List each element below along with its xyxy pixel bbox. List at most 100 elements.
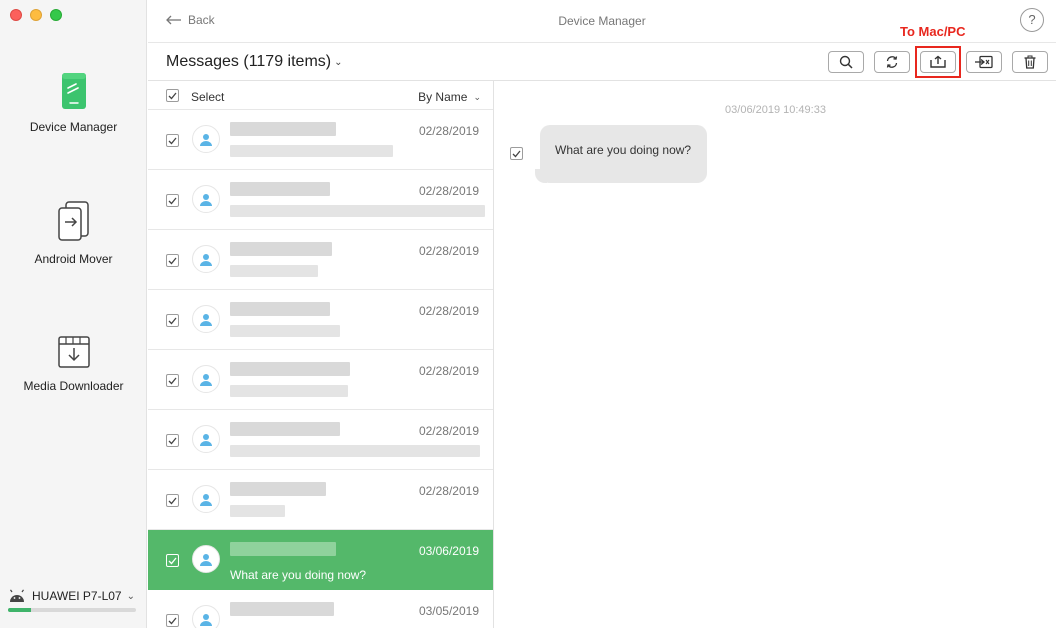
sidebar-item-label: Android Mover: [34, 252, 113, 266]
select-all-checkbox[interactable]: [166, 89, 179, 102]
device-manager-icon: [61, 73, 86, 109]
contact-name-redacted: [230, 602, 334, 616]
checkmark-icon: [168, 317, 177, 324]
avatar: [192, 185, 220, 213]
maximize-window-button[interactable]: [50, 9, 62, 21]
avatar: [192, 545, 220, 573]
checkmark-icon: [168, 92, 177, 99]
search-button[interactable]: [828, 51, 864, 73]
checkmark-icon: [168, 497, 177, 504]
contact-name-redacted: [230, 362, 350, 376]
category-title: Messages (1179 items): [166, 53, 332, 70]
message-date: 02/28/2019: [418, 184, 479, 198]
list-item[interactable]: 02/28/2019: [148, 470, 493, 530]
row-checkbox[interactable]: [166, 254, 179, 267]
storage-bar: [8, 608, 136, 612]
contact-name-redacted: [230, 482, 326, 496]
close-window-button[interactable]: [10, 9, 22, 21]
row-checkbox[interactable]: [166, 314, 179, 327]
list-item[interactable]: 02/28/2019: [148, 410, 493, 470]
trash-icon: [1024, 55, 1036, 69]
list-item[interactable]: What are you doing now? 03/06/2019: [148, 530, 493, 590]
category-dropdown[interactable]: Messages (1179 items) ⌄: [166, 53, 343, 71]
help-button[interactable]: ?: [1020, 8, 1044, 32]
chevron-down-icon: ⌄: [473, 91, 481, 102]
android-mover-icon: [57, 201, 89, 241]
message-checkbox[interactable]: [510, 147, 523, 160]
refresh-icon: [886, 56, 898, 68]
avatar: [192, 605, 220, 628]
list-header: Select By Name ⌄: [148, 81, 493, 110]
storage-bar-fill: [8, 608, 32, 612]
sidebar: Device Manager Android Mover Media Downl…: [0, 0, 147, 628]
annotation-highlight: [915, 46, 961, 78]
android-icon: [10, 589, 24, 602]
media-downloader-icon: [57, 336, 90, 368]
contact-icon: [200, 433, 212, 446]
select-all-label: Select: [191, 90, 225, 104]
message-preview-redacted: [230, 205, 485, 217]
chevron-down-icon: ⌄: [334, 56, 343, 68]
contact-icon: [200, 613, 212, 626]
list-item[interactable]: 02/28/2019: [148, 110, 493, 170]
checkmark-icon: [168, 197, 177, 204]
contact-icon: [200, 193, 212, 206]
avatar: [192, 125, 220, 153]
list-item[interactable]: 02/28/2019: [148, 350, 493, 410]
avatar: [192, 425, 220, 453]
refresh-button[interactable]: [874, 51, 910, 73]
contact-icon: [200, 493, 212, 506]
device-selector[interactable]: HUAWEI P7-L07 ⌄: [8, 589, 140, 612]
message-preview-redacted: [230, 265, 318, 277]
row-checkbox[interactable]: [166, 554, 179, 567]
chevron-down-icon: ⌄: [126, 590, 135, 602]
sidebar-item-label: Device Manager: [29, 120, 118, 134]
minimize-window-button[interactable]: [30, 9, 42, 21]
window-controls: [10, 9, 62, 21]
avatar: [192, 485, 220, 513]
contact-name-redacted: [230, 302, 330, 316]
message-preview-redacted: [230, 505, 285, 517]
checkmark-icon: [168, 257, 177, 264]
message-date: 02/28/2019: [418, 304, 479, 318]
list-item[interactable]: 02/28/2019: [148, 170, 493, 230]
toolbar: Messages (1179 items) ⌄ To Mac/PC: [148, 24, 1056, 81]
export-to-device-button[interactable]: [966, 51, 1002, 73]
contact-name-redacted: [230, 182, 330, 196]
message-preview-redacted: [230, 445, 480, 457]
row-checkbox[interactable]: [166, 374, 179, 387]
message-preview-redacted: [230, 325, 340, 337]
message-preview-redacted: [230, 385, 348, 397]
avatar: [192, 305, 220, 333]
list-item[interactable]: 03/05/2019: [148, 590, 493, 628]
sidebar-item-device-manager[interactable]: Device Manager: [0, 72, 147, 134]
message-preview-redacted: [230, 145, 393, 157]
conversation-rows: 02/28/2019 02/28/2019 02/28/2019 02/28/2019…: [148, 110, 493, 628]
row-checkbox[interactable]: [166, 494, 179, 507]
contact-icon: [200, 553, 212, 566]
checkmark-icon: [168, 377, 177, 384]
sidebar-item-media-downloader[interactable]: Media Downloader: [0, 335, 147, 393]
row-checkbox[interactable]: [166, 614, 179, 627]
list-item[interactable]: 02/28/2019: [148, 290, 493, 350]
delete-button[interactable]: [1012, 51, 1048, 73]
message-date: 03/05/2019: [418, 604, 479, 618]
checkmark-icon: [168, 617, 177, 624]
list-item[interactable]: 02/28/2019: [148, 230, 493, 290]
contact-icon: [200, 313, 212, 326]
row-checkbox[interactable]: [166, 134, 179, 147]
sort-dropdown[interactable]: By Name ⌄: [418, 90, 481, 104]
checkmark-icon: [168, 137, 177, 144]
message-preview: What are you doing now?: [230, 568, 367, 582]
message-date: 02/28/2019: [418, 124, 479, 138]
contact-name-redacted: [230, 542, 336, 556]
sort-label: By Name: [418, 90, 468, 104]
avatar: [192, 245, 220, 273]
annotation-label: To Mac/PC: [900, 24, 966, 39]
sidebar-item-android-mover[interactable]: Android Mover: [0, 200, 147, 266]
row-checkbox[interactable]: [166, 434, 179, 447]
row-checkbox[interactable]: [166, 194, 179, 207]
message-list: Select By Name ⌄ 02/28/2019 02/28/2019 02/…: [148, 81, 494, 628]
message-timestamp: 03/06/2019 10:49:33: [725, 104, 826, 116]
contact-name-redacted: [230, 122, 336, 136]
